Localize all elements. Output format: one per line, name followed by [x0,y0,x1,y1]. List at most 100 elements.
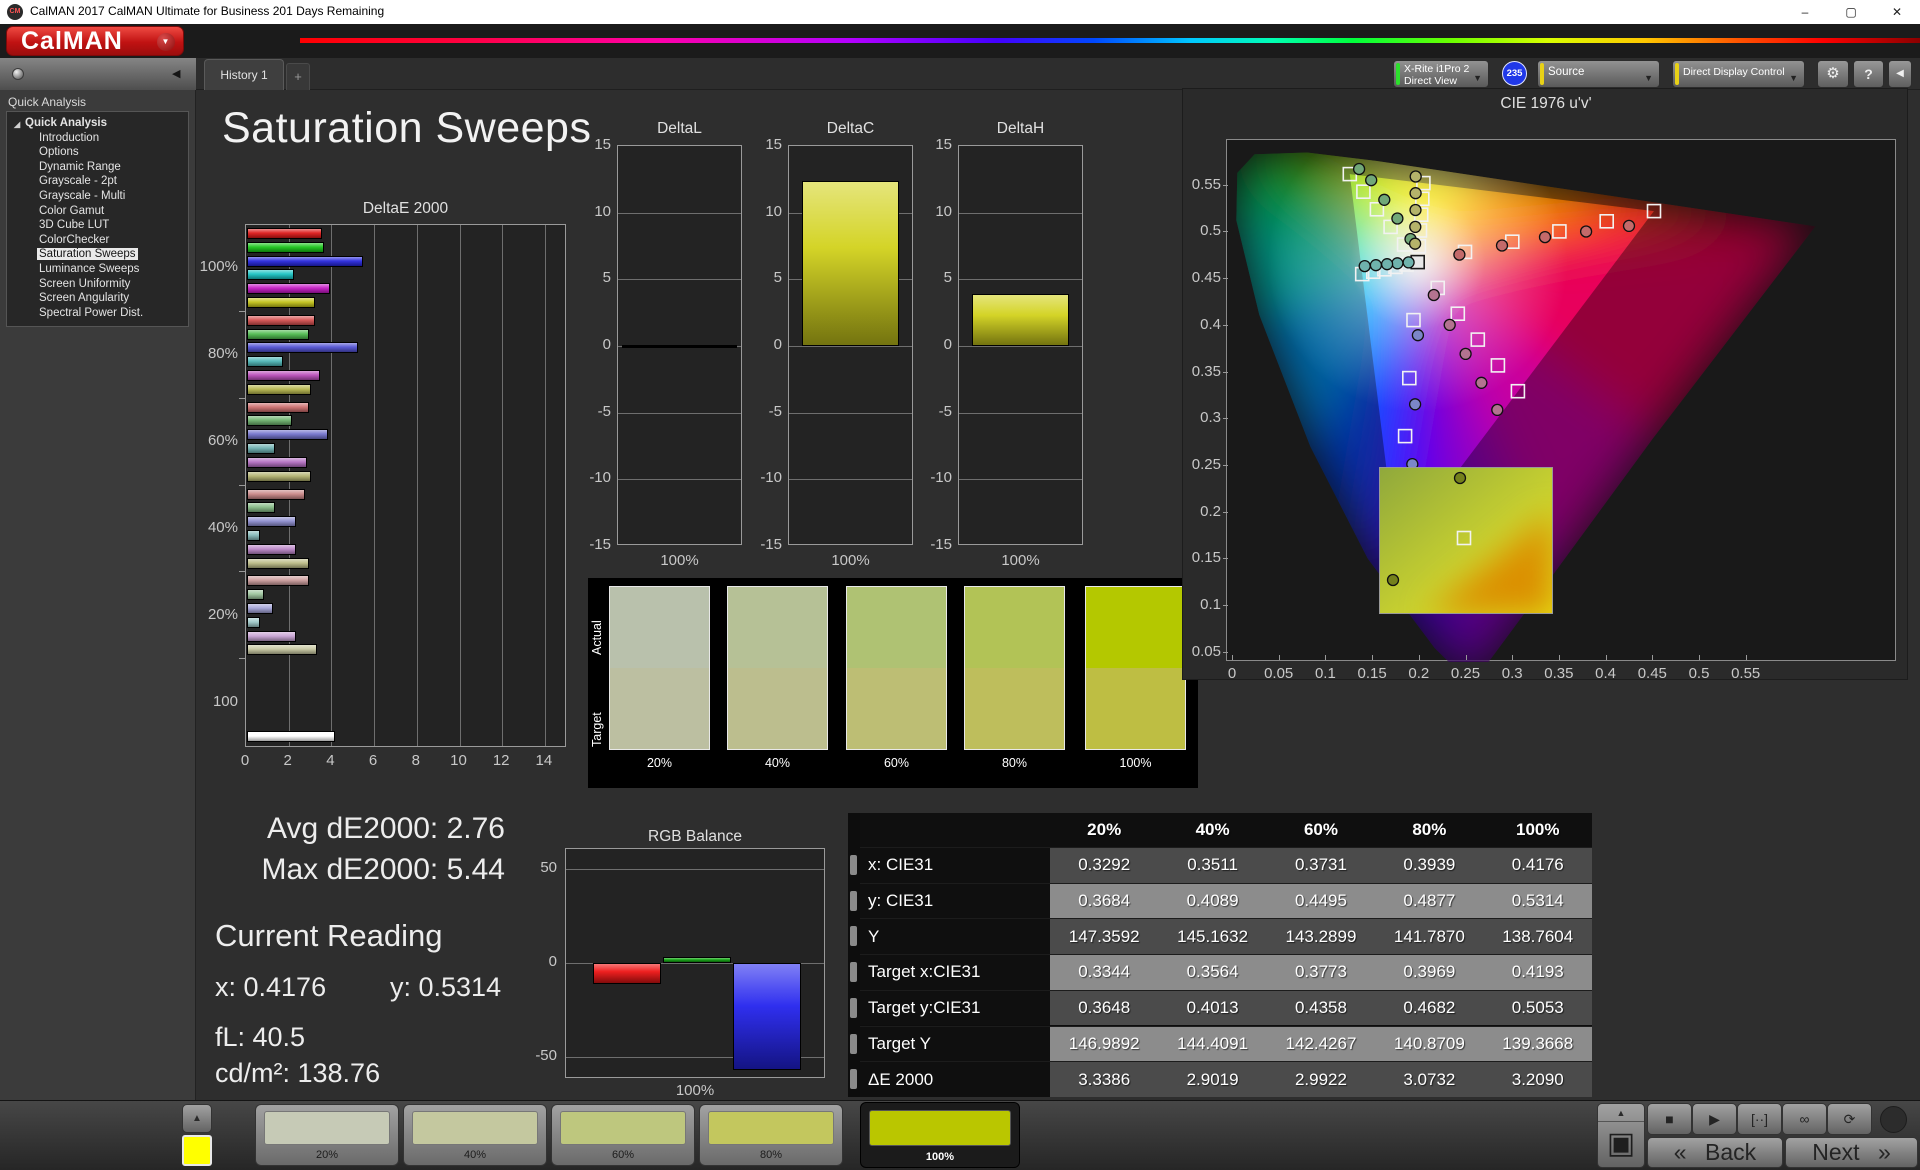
rgb-x-label: 100% [675,1082,715,1099]
sidebar-item-label: ColorChecker [39,233,110,246]
cie-x-tick [1512,655,1514,660]
cie-measured-green [1378,193,1391,206]
back-button[interactable]: « Back [1647,1137,1783,1168]
close-icon[interactable]: ✕ [1874,0,1920,24]
window-title: CalMAN 2017 CalMAN Ultimate for Business… [30,4,385,18]
gridline [544,225,546,746]
table-cell: 0.3969 [1403,962,1456,982]
stop-glyph: ■ [1665,1111,1674,1127]
y-tick-label: -10 [589,469,611,487]
delta-bar-deltah [972,294,1069,346]
pattern-window-up-icon: ▲ [1598,1104,1644,1122]
cie-inset-zoom [1379,467,1553,614]
pattern-swatch-60%[interactable]: 60% [551,1104,695,1166]
table-row: Target y:CIE31 0.3648 0.4013 0.4358 0.4682 0.… [860,989,1592,1026]
expander-icon: ◢ [14,120,21,129]
bar-100%-yellow [247,297,316,308]
help-button[interactable]: ? [1853,60,1884,88]
back-arrow-icon: « [1673,1139,1687,1165]
table-row: y: CIE31 0.3684 0.4089 0.4495 0.4877 0.5314 [860,882,1592,919]
swatch-actual [728,587,827,668]
table-row: Target x:CIE31 0.3344 0.3564 0.3773 0.3969 0.… [860,954,1592,990]
x-tick-label: 12 [492,752,510,769]
gridline [618,212,741,214]
table-cell: 0.4089 [1186,891,1239,911]
y-tick-label: -15 [589,536,611,553]
gridline [566,869,824,871]
next-button[interactable]: Next » [1785,1137,1918,1168]
cie-y-tick [1223,231,1228,233]
y-tick-label: 0 [548,953,557,970]
cie-x-tick [1278,655,1280,660]
bar-40%-magenta [247,543,297,555]
gridline [789,479,912,481]
swatch-label: 80% [1001,756,1028,770]
table-cell: 0.3648 [1078,998,1131,1018]
calman-menu-button[interactable]: CalMAN ▼ [6,26,184,56]
pattern-chip [264,1111,390,1145]
cie-x-label: 0.55 [1731,665,1761,682]
sidebar-item-screen-uniformity[interactable]: Screen Uniformity [7,278,188,293]
pattern-up-icon[interactable]: ▲ [182,1104,212,1133]
pattern-window-button[interactable]: ▲ ▣ [1597,1103,1645,1168]
y-tick-label: -5 [597,402,611,420]
display-control-dropdown[interactable]: Direct Display Control ▼ [1672,60,1805,88]
pattern-bar: ▲ 20% 40% 60% 80% 100% ▲ ▣ ■ ▶ [··] ∞ ⟳ « Back N… [0,1100,1920,1170]
sidebar-item-introduction[interactable]: Introduction [7,132,188,147]
meter-dropdown[interactable]: X-Rite i1Pro 2 Direct View ▼ [1393,60,1489,88]
sidebar-item-options[interactable]: Options [7,146,188,161]
row-marker [850,890,857,911]
analysis-tree: ◢ Quick Analysis Introduction Options Dynami… [6,111,189,327]
bar-40%-red [247,488,305,500]
bar-20%-red [247,575,309,587]
meter-count-badge[interactable]: 235 [1502,61,1527,86]
sidebar-item-spectral-power-dist-[interactable]: Spectral Power Dist. [7,307,188,322]
sidebar-item-grayscale-2pt[interactable]: Grayscale - 2pt [7,175,188,190]
pattern-color-chip[interactable] [182,1135,212,1166]
y-tick-label: 0 [943,336,952,353]
sidebar-item-3d-cube-lut[interactable]: 3D Cube LUT [7,219,188,234]
table-cell: 141.7870 [1393,926,1465,946]
pattern-swatch-20%[interactable]: 20% [255,1104,399,1166]
swatch-40% [727,586,828,750]
tab-history[interactable]: History 1 [204,59,284,90]
sidebar-item-grayscale-multi[interactable]: Grayscale - Multi [7,190,188,205]
sidebar-collapse-icon[interactable]: ◀ [172,67,180,80]
group-label: 60% [207,432,238,450]
cie-svg [1236,152,1816,685]
cie-x-tick [1372,655,1374,660]
refresh-icon[interactable]: ⟳ [1827,1103,1872,1135]
add-tab-button[interactable]: + [286,63,310,90]
minimize-icon[interactable]: – [1782,0,1828,24]
pattern-swatch-40%[interactable]: 40% [403,1104,547,1166]
swatch-80% [964,586,1065,750]
source-dropdown[interactable]: Source ▼ [1537,60,1660,88]
gear-icon[interactable]: ⚙ [1817,60,1849,88]
cie-y-tick [1223,558,1228,560]
panel-collapse-icon[interactable]: ◀ [1888,60,1912,88]
bar-100%-magenta [247,283,331,295]
cie-panel: CIE 1976 u'v' 0.55 0.5 0.45 0.4 0.35 0.3… [1182,88,1908,685]
cie-y-label: 0.1 [1200,596,1221,614]
play-icon[interactable]: ▶ [1692,1103,1737,1135]
sidebar-item-color-gamut[interactable]: Color Gamut [7,205,188,220]
tree-root-quick-analysis[interactable]: ◢ Quick Analysis [7,117,188,132]
group-label: 100 [212,692,238,710]
cie-x-label: 0.3 [1501,665,1523,682]
swatch-label: 60% [883,756,910,770]
maximize-icon[interactable]: ▢ [1828,0,1874,24]
sidebar-item-label: Options [39,146,79,159]
continuous-icon[interactable]: ∞ [1782,1103,1827,1135]
sidebar-item-label: Introduction [39,131,100,144]
step-icon[interactable]: [··] [1737,1103,1782,1135]
sidebar-item-dynamic-range[interactable]: Dynamic Range [7,161,188,176]
cie-x-label: 0.4 [1595,665,1617,682]
pattern-swatch-80%[interactable]: 80% [699,1104,843,1166]
pattern-swatch-100%[interactable]: 100% [860,1102,1020,1168]
cie-x-tick [1652,655,1654,660]
sidebar-item-screen-angularity[interactable]: Screen Angularity [7,292,188,307]
cie-y-tick [1223,511,1228,513]
sidebar-item-colorchecker[interactable]: ColorChecker [7,234,188,249]
cie-x-tick [1699,655,1700,660]
stop-icon[interactable]: ■ [1647,1103,1692,1135]
